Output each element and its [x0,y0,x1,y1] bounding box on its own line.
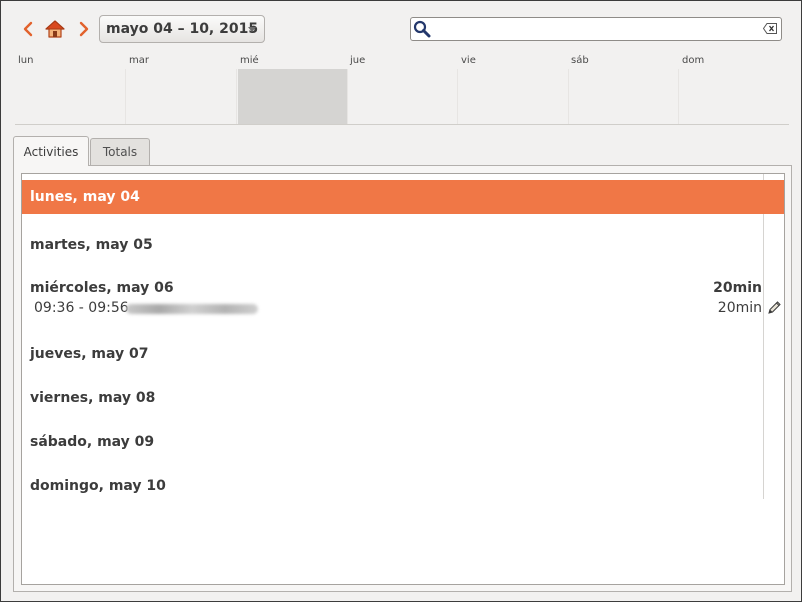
day-column-vie[interactable]: vie [458,51,568,125]
previous-week-button[interactable] [17,17,39,41]
fact-row[interactable]: 09:36 - 09:56 20min [22,298,784,320]
search-icon [413,20,431,38]
date-range-label: mayo 04 – 10, 2015 [106,21,259,37]
activity-day-bar [238,69,347,124]
day-label: mié [240,55,259,66]
next-week-button[interactable] [73,17,95,41]
day-label: dom [682,55,705,66]
day-separator [125,69,126,124]
day-row-label: jueves, may 07 [30,346,149,362]
app-window: mayo 04 – 10, 2015 lun mar mié jue vie s… [0,0,802,602]
dropdown-arrow-icon [248,27,256,32]
day-label: sáb [571,55,589,66]
today-button[interactable] [44,17,66,41]
fact-time-range: 09:36 - 09:56 [34,300,129,316]
day-row-label: domingo, may 10 [30,478,166,494]
day-row-label: martes, may 05 [30,237,153,253]
day-column-mar[interactable]: mar [126,51,236,125]
day-separator [457,69,458,124]
day-row-label: viernes, may 08 [30,390,156,406]
tab-totals[interactable]: Totals [90,138,150,165]
search-box[interactable] [410,17,782,41]
chevron-right-icon [79,21,89,37]
day-row-friday[interactable]: viernes, may 08 [22,381,784,415]
day-row-tuesday[interactable]: martes, may 05 [22,228,784,262]
clear-search-icon[interactable] [763,23,777,34]
day-label: lun [18,55,34,66]
day-label: vie [461,55,476,66]
day-row-monday[interactable]: lunes, may 04 [22,180,784,214]
day-column-dom[interactable]: dom [679,51,789,125]
day-row-saturday[interactable]: sábado, may 09 [22,425,784,459]
day-label: mar [129,55,149,66]
week-overview: lun mar mié jue vie sáb dom [15,51,789,125]
tab-activities[interactable]: Activities [13,136,89,166]
date-range-dropdown[interactable]: mayo 04 – 10, 2015 [99,15,265,43]
day-column-jue[interactable]: jue [347,51,457,125]
day-column-lun[interactable]: lun [15,51,125,125]
day-separator [347,69,348,124]
day-separator [678,69,679,124]
activities-list[interactable]: lunes, may 04 martes, may 05 miércoles, … [21,173,785,585]
pencil-edit-icon[interactable] [766,300,782,316]
tab-label: Totals [102,145,138,159]
day-row-label: sábado, may 09 [30,434,155,450]
activities-panel: lunes, may 04 martes, may 05 miércoles, … [13,165,792,592]
day-row-sunday[interactable]: domingo, may 10 [22,469,784,503]
toolbar: mayo 04 – 10, 2015 [1,1,801,47]
day-row-thursday[interactable]: jueves, may 07 [22,337,784,371]
day-row-label: lunes, may 04 [30,189,140,205]
day-total: 20min [713,280,762,296]
day-row-label: miércoles, may 06 [30,280,174,296]
fact-duration: 20min [717,300,762,316]
day-separator [236,69,237,124]
day-column-sab[interactable]: sáb [568,51,678,125]
day-label: jue [350,55,366,66]
chevron-left-icon [23,21,33,37]
redacted-activity-name [126,304,258,314]
search-input[interactable] [433,20,751,38]
home-icon [45,20,65,38]
day-separator [568,69,569,124]
tab-label: Activities [23,144,79,159]
week-baseline [15,124,789,125]
